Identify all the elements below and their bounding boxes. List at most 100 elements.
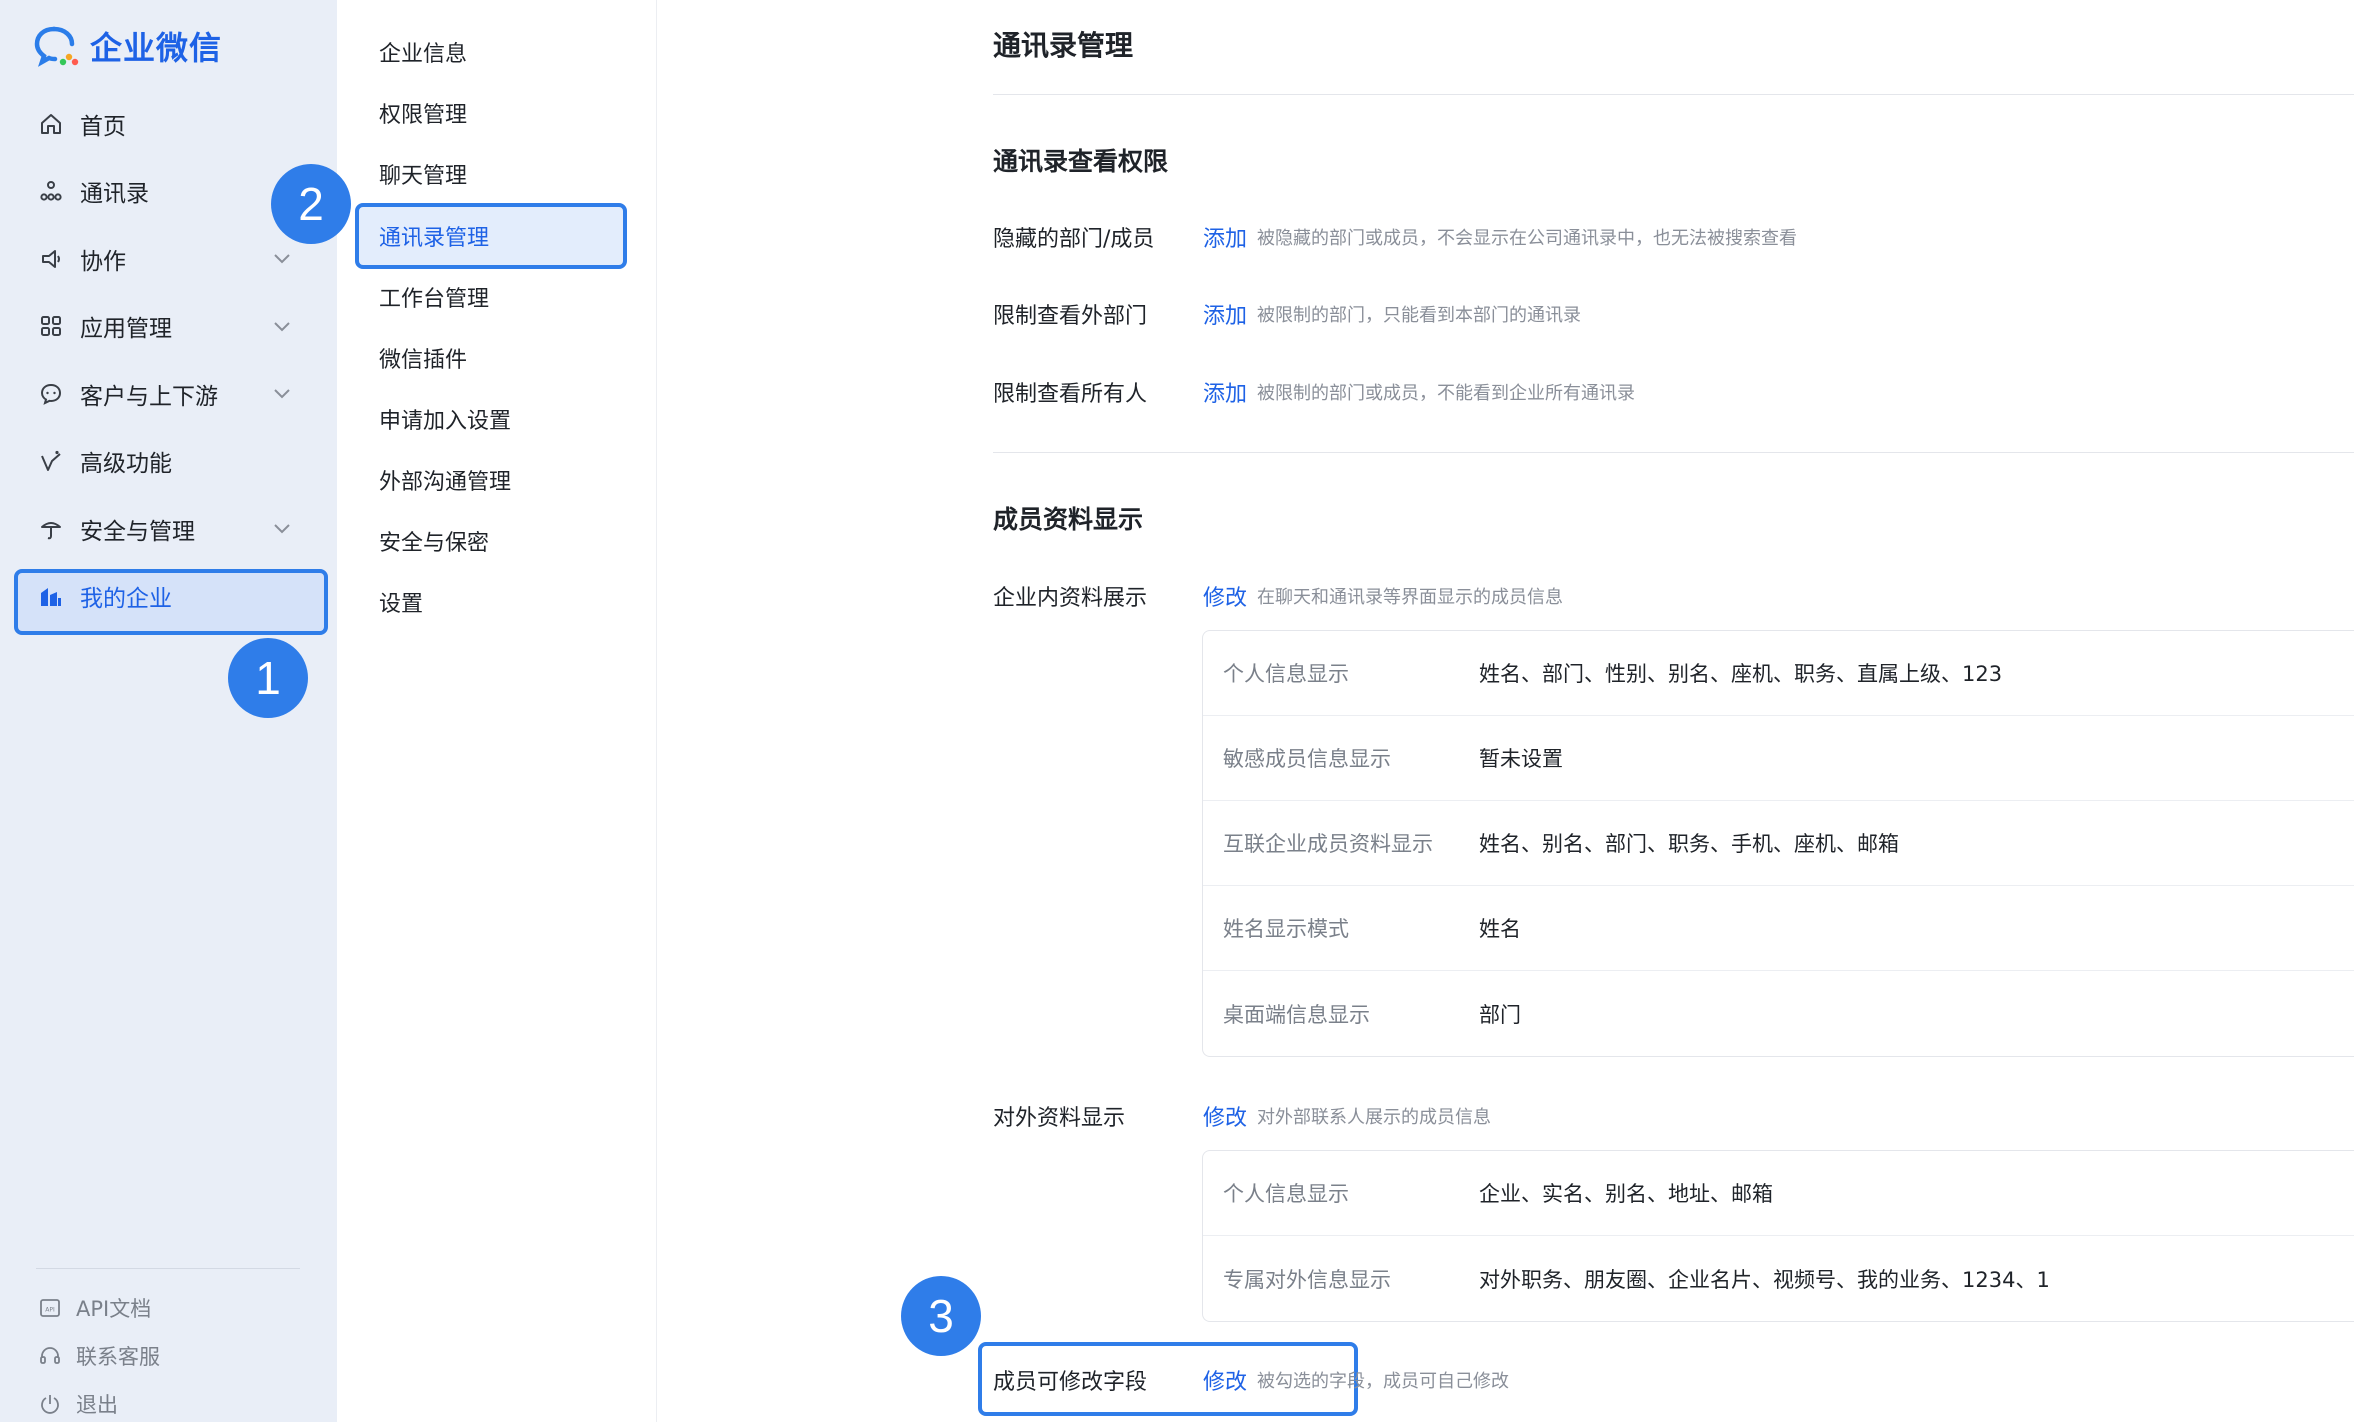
nav-item-home[interactable]: 首页	[0, 90, 337, 158]
setting-label: 限制查看所有人	[993, 376, 1203, 408]
api-doc-link[interactable]: API API文档	[38, 1288, 151, 1328]
setting-description: 在聊天和通讯录等界面显示的成员信息	[1257, 583, 1563, 609]
api-doc-icon: API	[38, 1296, 62, 1320]
chevron-down-icon[interactable]	[271, 315, 293, 337]
submenu-item-security[interactable]: 安全与保密	[379, 519, 489, 563]
nav-item-advanced[interactable]: 高级功能	[0, 428, 337, 496]
setting-row-hidden-members: 隐藏的部门/成员 添加 被隐藏的部门或成员，不会显示在公司通讯录中，也无法被搜索…	[993, 217, 1797, 257]
logout-icon	[38, 1392, 62, 1416]
setting-description: 被勾选的字段，成员可自己修改	[1257, 1367, 1509, 1393]
submenu-item-company-info[interactable]: 企业信息	[379, 30, 467, 74]
setting-label: 隐藏的部门/成员	[993, 221, 1203, 253]
info-row: 专属对外信息显示 对外职务、朋友圈、企业名片、视频号、我的业务、1234、1	[1203, 1236, 2354, 1321]
nav-item-label: 客户与上下游	[80, 377, 218, 411]
advanced-icon	[38, 448, 64, 474]
submenu-item-contacts-mgmt[interactable]: 通讯录管理	[379, 214, 489, 258]
support-icon	[38, 1344, 62, 1368]
info-row: 个人信息显示 姓名、部门、性别、别名、座机、职务、直属上级、123	[1203, 631, 2354, 716]
submenu-item-wechat-plugin[interactable]: 微信插件	[379, 336, 467, 380]
setting-row-editable-fields: 成员可修改字段 修改 被勾选的字段，成员可自己修改	[993, 1360, 1509, 1400]
submenu-item-external-comm[interactable]: 外部沟通管理	[379, 458, 511, 502]
info-key: 个人信息显示	[1223, 658, 1349, 688]
info-row: 桌面端信息显示 部门	[1203, 971, 2354, 1056]
logout-link[interactable]: 退出	[38, 1384, 118, 1424]
info-row: 个人信息显示 企业、实名、别名、地址、邮箱	[1203, 1151, 2354, 1236]
brand-logo[interactable]: 企业微信	[34, 24, 222, 68]
step-badge-2: 2	[271, 164, 351, 244]
main-content: 通讯录管理 通讯录查看权限 隐藏的部门/成员 添加 被隐藏的部门或成员，不会显示…	[657, 0, 2354, 1422]
chevron-down-icon[interactable]	[271, 247, 293, 269]
nav-item-apps[interactable]: 应用管理	[0, 293, 337, 361]
info-value: 部门	[1479, 999, 1521, 1029]
nav-item-label: 通讯录	[80, 174, 149, 208]
svg-text:API: API	[45, 1307, 55, 1314]
info-row: 敏感成员信息显示 暂未设置	[1203, 716, 2354, 801]
setting-label: 对外资料显示	[993, 1100, 1203, 1132]
info-value: 姓名	[1479, 913, 1521, 943]
nav-item-security[interactable]: 安全与管理	[0, 495, 337, 563]
info-value: 企业、实名、别名、地址、邮箱	[1479, 1178, 1773, 1208]
info-key: 专属对外信息显示	[1223, 1264, 1391, 1294]
divider	[993, 94, 2354, 95]
apps-icon	[38, 313, 64, 339]
step-badge-1: 1	[228, 638, 308, 718]
section-title-member-display: 成员资料显示	[993, 500, 1143, 536]
info-value: 姓名、别名、部门、职务、手机、座机、邮箱	[1479, 828, 1899, 858]
contacts-icon	[38, 178, 64, 204]
footer-label: 联系客服	[76, 1341, 160, 1371]
nav-item-label: 应用管理	[80, 309, 172, 343]
chevron-down-icon[interactable]	[271, 382, 293, 404]
nav-item-label: 协作	[80, 242, 126, 276]
setting-label: 成员可修改字段	[993, 1364, 1203, 1396]
edit-internal-display-link[interactable]: 修改	[1203, 580, 1247, 612]
info-key: 敏感成员信息显示	[1223, 743, 1391, 773]
add-restricted-all-link[interactable]: 添加	[1203, 376, 1247, 408]
submenu-item-chat[interactable]: 聊天管理	[379, 152, 467, 196]
nav-item-label: 高级功能	[80, 444, 172, 478]
nav-item-label: 安全与管理	[80, 512, 195, 546]
setting-row-restrict-other-depts: 限制查看外部门 添加 被限制的部门，只能看到本部门的通讯录	[993, 294, 1581, 334]
add-hidden-members-link[interactable]: 添加	[1203, 221, 1247, 253]
info-value: 暂未设置	[1479, 743, 1563, 773]
footer-label: API文档	[76, 1293, 151, 1323]
submenu-item-workbench[interactable]: 工作台管理	[379, 275, 489, 319]
divider	[993, 452, 2354, 453]
info-value: 对外职务、朋友圈、企业名片、视频号、我的业务、1234、1	[1479, 1264, 2050, 1294]
submenu-item-permissions[interactable]: 权限管理	[379, 91, 467, 135]
setting-label: 企业内资料展示	[993, 580, 1203, 612]
info-row: 互联企业成员资料显示 姓名、别名、部门、职务、手机、座机、邮箱	[1203, 801, 2354, 886]
setting-row-restrict-all: 限制查看所有人 添加 被限制的部门或成员，不能看到企业所有通讯录	[993, 372, 1635, 412]
wecom-logo-icon	[34, 25, 80, 67]
nav-item-customers[interactable]: 客户与上下游	[0, 360, 337, 428]
add-restricted-depts-link[interactable]: 添加	[1203, 298, 1247, 330]
submenu-item-join-settings[interactable]: 申请加入设置	[379, 397, 511, 441]
info-value: 姓名、部门、性别、别名、座机、职务、直属上级、123	[1479, 658, 2002, 688]
nav-item-my-company[interactable]: 我的企业	[0, 563, 337, 631]
sidebar-divider	[36, 1268, 300, 1269]
info-key: 个人信息显示	[1223, 1178, 1349, 1208]
edit-external-display-link[interactable]: 修改	[1203, 1100, 1247, 1132]
section-title-view-permissions: 通讯录查看权限	[993, 142, 1168, 178]
home-icon	[38, 111, 64, 137]
info-row: 姓名显示模式 姓名	[1203, 886, 2354, 971]
edit-editable-fields-link[interactable]: 修改	[1203, 1364, 1247, 1396]
setting-description: 被限制的部门或成员，不能看到企业所有通讯录	[1257, 379, 1635, 405]
setting-row-external-display: 对外资料显示 修改 对外部联系人展示的成员信息	[993, 1096, 1491, 1136]
setting-label: 限制查看外部门	[993, 298, 1203, 330]
nav-item-label: 首页	[80, 107, 126, 141]
nav-item-label: 我的企业	[80, 579, 172, 613]
setting-row-internal-display: 企业内资料展示 修改 在聊天和通讯录等界面显示的成员信息	[993, 576, 1563, 616]
footer-label: 退出	[76, 1389, 118, 1419]
page-title: 通讯录管理	[993, 24, 1133, 64]
my-company-icon	[38, 583, 64, 609]
info-key: 互联企业成员资料显示	[1223, 828, 1433, 858]
internal-display-table: 个人信息显示 姓名、部门、性别、别名、座机、职务、直属上级、123 敏感成员信息…	[1202, 630, 2354, 1057]
chevron-down-icon[interactable]	[271, 517, 293, 539]
step-badge-3: 3	[901, 1276, 981, 1356]
brand-name: 企业微信	[90, 23, 222, 69]
submenu-item-settings[interactable]: 设置	[379, 580, 423, 624]
info-key: 姓名显示模式	[1223, 913, 1349, 943]
support-link[interactable]: 联系客服	[38, 1336, 160, 1376]
security-icon	[38, 516, 64, 542]
secondary-menu: 企业信息 权限管理 聊天管理 通讯录管理 工作台管理 微信插件 申请加入设置 外…	[337, 0, 657, 1422]
